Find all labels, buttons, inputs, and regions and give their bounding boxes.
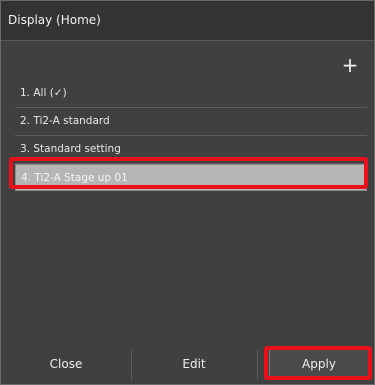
display-home-dialog: Display (Home) + 1. All (✓) 2. Ti2-A sta… (0, 0, 375, 385)
edit-button[interactable]: Edit (132, 344, 256, 384)
list-item-all[interactable]: 1. All (✓) (15, 80, 367, 108)
list-item-label: 2. Ti2-A standard (20, 115, 110, 127)
footer-button-bar: Close Edit Apply (1, 344, 374, 384)
title-bar: Display (Home) (1, 1, 374, 41)
list-item-ti2a-standard[interactable]: 2. Ti2-A standard (15, 108, 367, 136)
footer-divider (257, 350, 258, 380)
display-list: 1. All (✓) 2. Ti2-A standard 3. Standard… (15, 80, 367, 191)
add-button[interactable]: + (340, 53, 360, 77)
apply-button[interactable]: Apply (269, 348, 369, 379)
plus-icon: + (341, 53, 359, 77)
list-item-label: 4. Ti2-A Stage up 01 (21, 172, 128, 184)
close-button[interactable]: Close (1, 344, 131, 384)
list-item-label: 3. Standard setting (20, 143, 121, 155)
list-item-label: 1. All (✓) (20, 87, 67, 99)
dialog-title: Display (Home) (8, 13, 101, 27)
list-item-ti2a-stage-up-01[interactable]: 4. Ti2-A Stage up 01 (15, 164, 367, 191)
list-item-standard-setting[interactable]: 3. Standard setting (15, 136, 367, 164)
